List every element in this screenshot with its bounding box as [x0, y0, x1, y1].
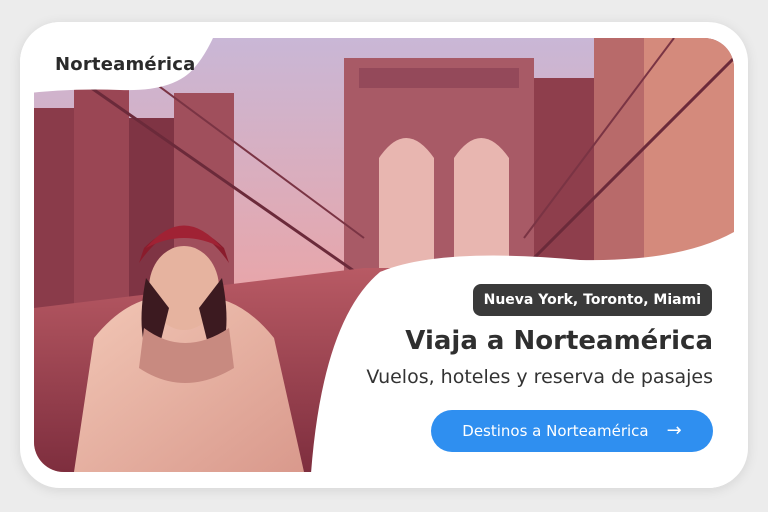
region-tab-label: Norteamérica [55, 54, 196, 75]
hero-subtitle: Vuelos, hoteles y reserva de pasajes [366, 366, 713, 388]
promo-card: Norteamérica Nueva York, Toronto, Miami … [20, 22, 748, 488]
destinations-button[interactable]: Destinos a Norteamérica → [431, 410, 713, 452]
arrow-right-icon: → [666, 420, 682, 441]
cities-badge: Nueva York, Toronto, Miami [472, 284, 712, 316]
destinations-button-label: Destinos a Norteamérica [462, 422, 649, 440]
hero-title: Viaja a Norteamérica [405, 326, 713, 356]
